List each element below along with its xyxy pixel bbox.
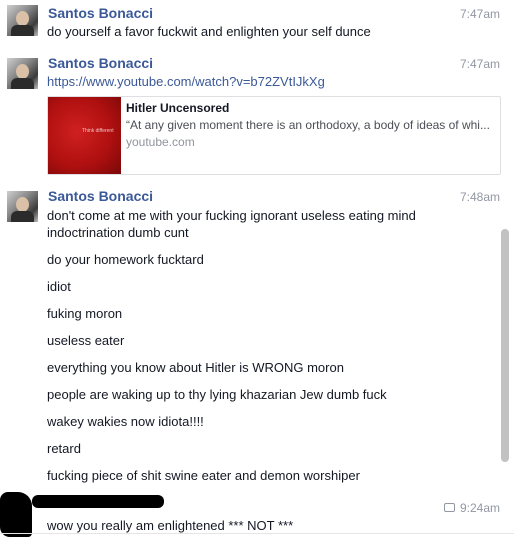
message-text: do yourself a favor fuckwit and enlighte… bbox=[47, 24, 371, 39]
sender-avatar[interactable] bbox=[7, 5, 38, 36]
message-text: don't come at me with your fucking ignor… bbox=[47, 208, 416, 223]
message-text: wow you really am enlightened *** NOT **… bbox=[47, 518, 294, 533]
message-text: people are waking up to thy lying khazar… bbox=[47, 387, 387, 402]
message-text: wakey wakies now idiota!!!! bbox=[47, 414, 204, 429]
link-preview-card[interactable]: Think different Hitler Uncensored “At an… bbox=[47, 96, 501, 175]
message-timestamp: 7:47am bbox=[459, 7, 500, 21]
redacted-sender-name bbox=[32, 495, 164, 508]
message-timestamp: 9:24am bbox=[459, 501, 500, 515]
preview-title[interactable]: Hitler Uncensored bbox=[126, 101, 229, 115]
message-timestamp: 7:48am bbox=[459, 190, 500, 204]
chat-bubble-icon bbox=[444, 503, 455, 512]
sender-name[interactable]: Santos Bonacci bbox=[48, 55, 153, 71]
youtube-link[interactable]: https://www.youtube.com/watch?v=b72ZVtIJ… bbox=[47, 73, 325, 90]
message-text: do your homework fucktard bbox=[47, 252, 204, 267]
message-text: fuking moron bbox=[47, 306, 123, 321]
sender-name[interactable]: Santos Bonacci bbox=[48, 188, 153, 204]
sender-avatar[interactable] bbox=[7, 58, 38, 89]
scrollbar-thumb[interactable] bbox=[501, 229, 509, 462]
video-thumbnail[interactable]: Think different bbox=[48, 97, 121, 174]
divider bbox=[0, 533, 514, 534]
message-timestamp: 7:47am bbox=[459, 57, 500, 71]
message-text: indoctrination dumb cunt bbox=[47, 225, 189, 240]
message-text: fucking piece of shit swine eater and de… bbox=[47, 468, 360, 483]
message-text: useless eater bbox=[47, 333, 125, 348]
thumbnail-caption: Think different bbox=[82, 128, 114, 134]
message-text: everything you know about Hitler is WRON… bbox=[47, 360, 344, 375]
sender-name[interactable]: Santos Bonacci bbox=[48, 5, 153, 21]
message-text: retard bbox=[47, 441, 81, 456]
preview-description: “At any given moment there is an orthodo… bbox=[126, 118, 490, 132]
message-text: idiot bbox=[47, 279, 71, 294]
sender-avatar[interactable] bbox=[7, 191, 38, 222]
preview-domain: youtube.com bbox=[126, 135, 195, 149]
redacted-avatar bbox=[0, 492, 32, 537]
